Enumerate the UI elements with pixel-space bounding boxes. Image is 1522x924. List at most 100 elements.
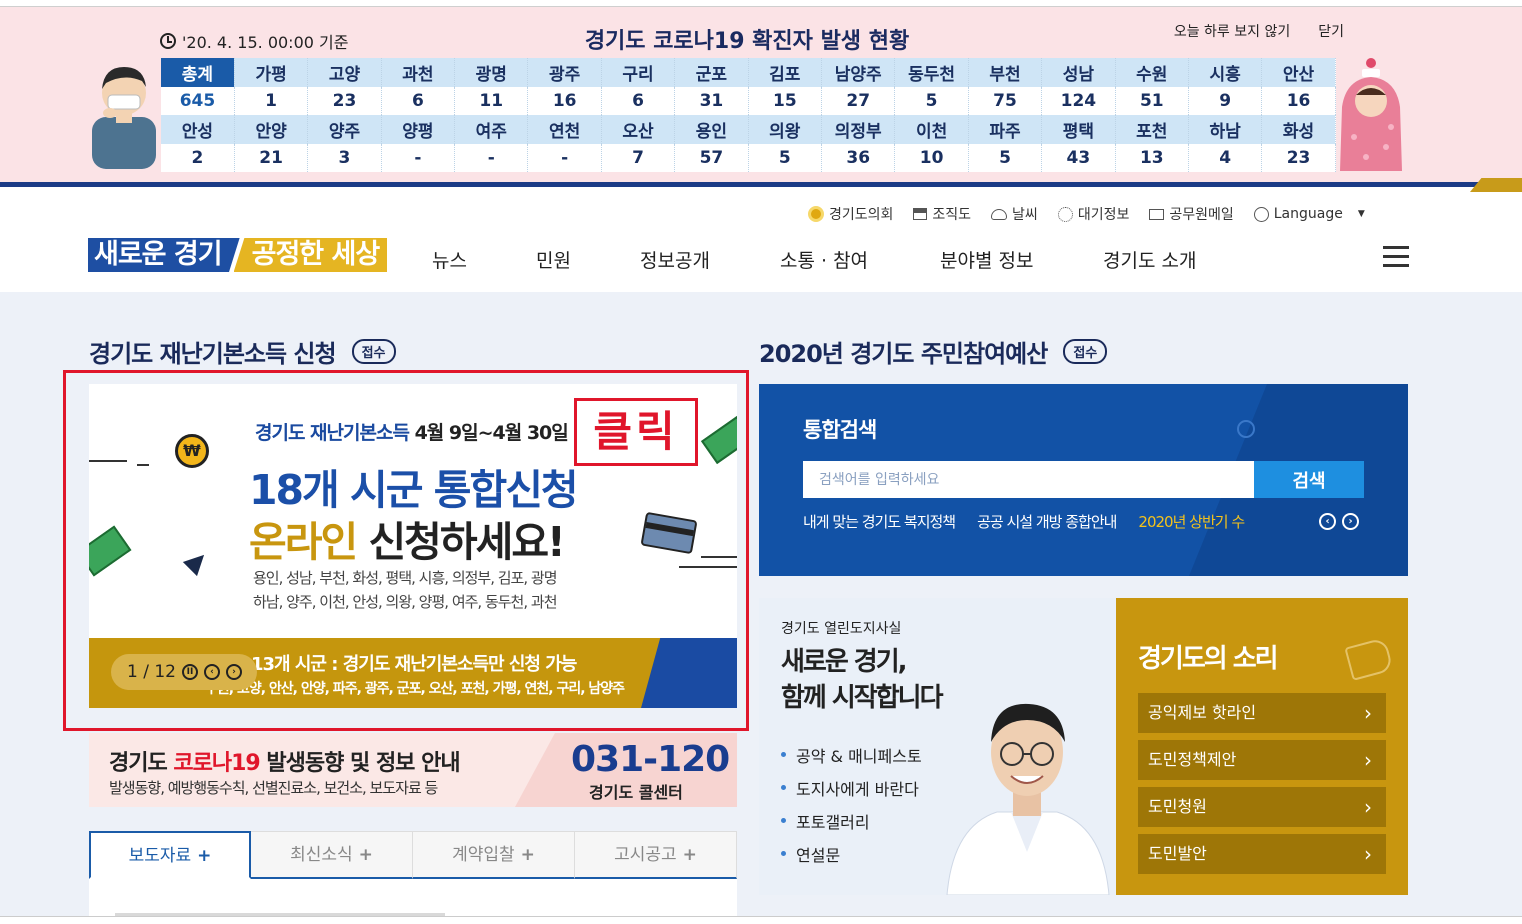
util-link-air[interactable]: 대기정보 xyxy=(1057,204,1129,224)
region-name-cell: 이천 xyxy=(894,115,969,144)
won-coin-icon: ₩ xyxy=(175,434,209,468)
caret-down-icon: ▼ xyxy=(1357,209,1365,219)
nav-news[interactable]: 뉴스 xyxy=(432,246,536,273)
disaster-income-title: 경기도 재난기본소득 신청 접수 xyxy=(89,334,396,369)
promo-headline-highlight: 온라인 xyxy=(249,518,358,566)
credit-card-icon xyxy=(640,511,698,555)
promo-cities: 용인, 성남, 부천, 화성, 평택, 시흥, 의정부, 김포, 광명 하남, … xyxy=(253,566,557,614)
corona-info-banner[interactable]: 경기도 코로나19 발생동향 및 정보 안내 발생동향, 예방행동수칙, 선별진… xyxy=(89,733,737,807)
region-name-cell: 광명 xyxy=(454,58,529,87)
promo-bottom-bar: 13개 시군 : 경기도 재난기본소득만 신청 가능 수원, 고양, 안산, 안… xyxy=(89,638,737,708)
prev-icon[interactable]: ‹ xyxy=(1319,513,1336,530)
corona-desc: 발생동향, 예방행동수칙, 선별진료소, 보건소, 보도자료 등 xyxy=(109,779,438,797)
nav-info[interactable]: 정보공개 xyxy=(640,246,780,273)
list-item[interactable]: 포토갤러리 xyxy=(781,804,922,837)
util-link-weather[interactable]: 날씨 xyxy=(991,204,1038,224)
case-count-cell: 2 xyxy=(161,143,235,172)
money-icon xyxy=(700,415,737,465)
promo-subtitle-name: 경기도 재난기본소득 xyxy=(255,422,410,444)
quick-link[interactable]: 내게 맞는 경기도 복지정책 xyxy=(803,511,956,532)
case-count-cell: 11 xyxy=(454,86,529,115)
promo-bar-line-2: 수원, 고양, 안산, 안양, 파주, 광주, 군포, 오산, 포천, 가평, … xyxy=(205,681,625,697)
list-item[interactable]: 연설문 xyxy=(781,837,922,870)
region-name-cell: 여주 xyxy=(454,115,529,144)
utility-links: 경기도의회 조직도 날씨 대기정보 공무원메일 Language ▼ xyxy=(808,204,1365,224)
mail-icon xyxy=(1149,208,1165,220)
util-link-label: 경기도의회 xyxy=(829,207,894,223)
search-quick-links: 내게 맞는 경기도 복지정책 공공 시설 개방 종합안내 2020년 상반기 수 xyxy=(803,511,1313,532)
tab-bids[interactable]: 계약입찰 + xyxy=(413,831,575,879)
tab-latest[interactable]: 최신소식 + xyxy=(251,831,413,879)
slide-pager: 1 / 12 II ‹ › xyxy=(111,654,257,690)
next-icon[interactable]: › xyxy=(225,664,242,680)
covid-status-banner: '20. 4. 15. 00:00 기준 경기도 코로나19 확진자 발생 현황… xyxy=(0,6,1522,182)
paper-plane-icon xyxy=(182,547,212,577)
promo-headline-1: 18개 시군 통합신청 xyxy=(249,466,579,514)
voice-link-initiative[interactable]: 도민발안 › xyxy=(1138,834,1386,874)
next-icon[interactable]: › xyxy=(1342,513,1359,530)
nav-communication[interactable]: 소통 · 참여 xyxy=(780,246,940,273)
list-item[interactable]: 도지사에게 바란다 xyxy=(781,771,922,804)
governor-heading: 새로운 경기, 함께 시작합니다 xyxy=(781,644,943,716)
voice-link-petition[interactable]: 도민청원 › xyxy=(1138,787,1386,827)
tab-press[interactable]: 보도자료 + xyxy=(89,831,251,879)
region-name-cell: 용인 xyxy=(674,115,749,144)
viewport-bottom-edge xyxy=(0,916,1522,924)
tab-notices[interactable]: 고시공고 + xyxy=(575,831,737,879)
menu-icon[interactable] xyxy=(1383,246,1409,268)
nav-about[interactable]: 경기도 소개 xyxy=(1103,246,1223,273)
case-count-cell: 4 xyxy=(1188,143,1263,172)
plus-icon: + xyxy=(520,845,535,865)
voice-link-policy[interactable]: 도민정책제안 › xyxy=(1138,740,1386,780)
util-link-org[interactable]: 조직도 xyxy=(913,204,971,224)
tab-label: 계약입찰 xyxy=(452,845,515,865)
pause-icon[interactable]: II xyxy=(181,664,198,680)
region-name-cell: 포천 xyxy=(1115,115,1189,144)
util-link-assembly[interactable]: 경기도의회 xyxy=(808,204,893,224)
plus-icon: + xyxy=(197,846,212,866)
region-name-cell: 수원 xyxy=(1115,58,1189,87)
sick-girl-illustration xyxy=(1340,58,1402,171)
prev-icon[interactable]: ‹ xyxy=(203,664,220,680)
case-count-cell: 7 xyxy=(601,143,676,172)
list-item[interactable]: 공약 & 매니페스토 xyxy=(781,738,922,771)
chevron-right-icon: › xyxy=(1364,748,1372,772)
cities-line: 용인, 성남, 부천, 화성, 평택, 시흥, 의정부, 김포, 광명 xyxy=(253,569,557,587)
covid-title-text: 경기도 코로나19 확진자 발생 현황 xyxy=(584,29,910,54)
nav-fields[interactable]: 분야별 정보 xyxy=(940,246,1103,273)
site-logo[interactable]: 새로운 경기 공정한 세상 xyxy=(88,238,388,272)
weather-icon xyxy=(991,208,1008,220)
case-count-cell: 5 xyxy=(894,86,969,115)
plus-icon: + xyxy=(358,845,373,865)
region-name-cell: 양주 xyxy=(307,115,382,144)
language-select[interactable]: Language ▼ xyxy=(1253,206,1365,222)
heading-line: 함께 시작합니다 xyxy=(781,683,943,713)
promo-date: 4월 9일~4월 30일 xyxy=(414,422,569,444)
covid-cases-table: 총계 가평 고양 과천 광명 광주 구리 군포 김포 남양주 동두천 부천 성남 수원 시흥 안산 645 1 2… xyxy=(161,58,1336,172)
hide-today-link[interactable]: 오늘 하루 보지 않기 xyxy=(1174,21,1290,41)
search-button[interactable]: 검색 xyxy=(1254,461,1364,498)
disaster-income-banner[interactable]: ₩ 경기도 재난기본소득 4월 9일~4월 30일 18개 시군 통합신청 온라… xyxy=(89,384,737,708)
corona-title-suffix: 발생동향 및 정보 안내 xyxy=(266,751,460,776)
case-count-cell: 31 xyxy=(674,86,749,115)
util-link-mail[interactable]: 공무원메일 xyxy=(1149,204,1234,224)
quick-link[interactable]: 2020년 상반기 수 xyxy=(1138,511,1245,532)
case-count-cell: 124 xyxy=(1041,86,1116,115)
close-banner-link[interactable]: 닫기 xyxy=(1318,21,1344,41)
promo-headline-rest: 신청하세요! xyxy=(368,518,565,566)
search-input[interactable] xyxy=(803,461,1254,498)
main-navigation: 뉴스 민원 정보공개 소통 · 참여 분야별 정보 경기도 소개 xyxy=(432,246,1223,273)
cities-line: 하남, 양주, 이천, 안성, 의왕, 양평, 여주, 동두천, 과천 xyxy=(253,593,557,611)
org-chart-icon xyxy=(913,208,928,220)
voice-link-hotline[interactable]: 공익제보 핫라인 › xyxy=(1138,693,1386,733)
quick-link[interactable]: 공공 시설 개방 종합안내 xyxy=(977,511,1117,532)
util-link-label: 공무원메일 xyxy=(1169,207,1234,223)
section-title[interactable]: 2020년 경기도 주민참여예산 xyxy=(759,334,1048,369)
money-icon xyxy=(89,525,132,577)
region-name-cell: 파주 xyxy=(968,115,1043,144)
case-count-cell: 27 xyxy=(821,86,896,115)
section-title[interactable]: 경기도 재난기본소득 신청 xyxy=(89,334,337,369)
case-count-cell: 23 xyxy=(1261,143,1336,172)
governor-photo xyxy=(946,703,1110,895)
nav-civil[interactable]: 민원 xyxy=(536,246,640,273)
